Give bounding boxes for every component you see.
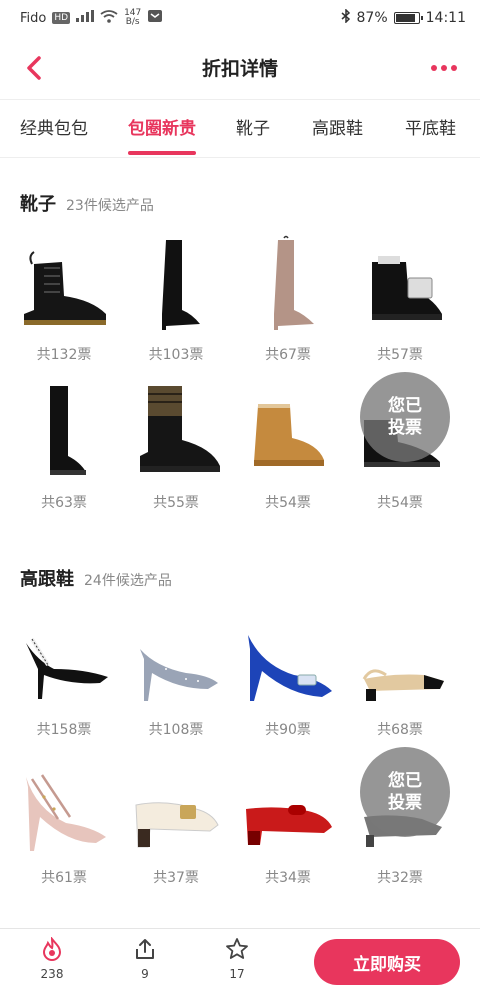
vote-count: 共32票	[377, 870, 423, 886]
buckle-ankle-boot-icon	[348, 232, 452, 336]
product-card[interactable]: 共103票	[120, 232, 232, 368]
product-card[interactable]: 共54票 您已 投票	[344, 372, 456, 516]
vote-count: 共34票	[265, 870, 311, 886]
notification-icon	[147, 9, 163, 27]
studded-pump-icon	[12, 755, 116, 859]
status-bar: Fido HD 147 B/s 87% 14:11	[0, 0, 480, 36]
vote-count: 共132票	[36, 347, 92, 363]
product-card[interactable]: 共90票	[232, 607, 344, 743]
bow-pump-icon	[236, 755, 340, 859]
vote-count: 共54票	[377, 495, 423, 511]
nav-bar: 折扣详情	[0, 36, 480, 100]
product-card[interactable]: 共37票	[120, 755, 232, 891]
share-button[interactable]: 9	[125, 937, 165, 981]
section-subtitle: 23件候选产品	[66, 198, 154, 214]
more-button[interactable]	[422, 52, 466, 84]
vote-count: 共158票	[36, 722, 92, 738]
product-card[interactable]: 共34票	[232, 755, 344, 891]
section-subtitle: 24件候选产品	[84, 573, 172, 589]
flame-icon	[42, 936, 62, 961]
buy-now-button[interactable]: 立即购买	[314, 939, 460, 985]
product-card[interactable]: 共63票	[8, 380, 120, 516]
like-button[interactable]: 238	[32, 936, 72, 981]
tab-flats[interactable]: 平底鞋	[405, 100, 456, 157]
share-count: 9	[141, 967, 149, 981]
vote-count: 共54票	[265, 495, 311, 511]
battery-percent: 87%	[356, 10, 388, 26]
product-card[interactable]: 共67票	[232, 232, 344, 368]
ugg-boot-icon	[236, 380, 340, 484]
section-title: 靴子	[20, 194, 56, 215]
tab-heels[interactable]: 高跟鞋	[312, 100, 363, 157]
vote-count: 共68票	[377, 722, 423, 738]
product-card[interactable]: 共55票	[120, 380, 232, 516]
product-card[interactable]: 共132票	[8, 232, 120, 368]
voted-badge: 您已 投票	[360, 747, 450, 837]
vote-count: 共63票	[41, 495, 87, 511]
section-title: 高跟鞋	[20, 569, 74, 590]
slingback-pump-icon	[12, 607, 116, 711]
favorite-button[interactable]: 17	[217, 937, 257, 981]
vote-count: 共90票	[265, 722, 311, 738]
signal-icon	[76, 10, 95, 26]
share-icon	[136, 939, 154, 959]
buckle-loafer-pump-icon	[124, 755, 228, 859]
knee-high-boot-icon	[12, 380, 116, 484]
vote-count: 共55票	[153, 495, 199, 511]
section-header-heels: 高跟鞋 24件候选产品	[20, 565, 172, 591]
product-card[interactable]: 共57票	[344, 232, 456, 368]
wifi-icon	[100, 9, 118, 27]
bottom-action-bar: 238 9 17 立即购买	[0, 928, 480, 995]
combat-boot-icon	[12, 232, 116, 336]
product-card[interactable]: 共54票	[232, 380, 344, 516]
voted-badge: 您已 投票	[360, 372, 450, 462]
vote-count: 共67票	[265, 347, 311, 363]
vote-count: 共108票	[148, 722, 204, 738]
section-header-boots: 靴子 23件候选产品	[20, 190, 154, 216]
category-tabs: 经典包包 包圈新贵 靴子 高跟鞋 平底鞋	[0, 100, 480, 158]
sock-combat-boot-icon	[124, 380, 228, 484]
chevron-left-icon	[27, 56, 41, 80]
vote-count: 共57票	[377, 347, 423, 363]
more-dots-icon	[431, 65, 457, 71]
clock: 14:11	[425, 10, 466, 26]
network-speed: 147 B/s	[124, 8, 142, 27]
product-card[interactable]: 共32票 您已 投票	[344, 747, 456, 891]
tab-classic-bags[interactable]: 经典包包	[20, 100, 88, 157]
battery-icon	[393, 12, 423, 24]
favorite-count: 17	[229, 967, 245, 981]
star-icon	[226, 938, 248, 959]
vote-count: 共61票	[41, 870, 87, 886]
vote-count: 共103票	[148, 347, 204, 363]
bluetooth-icon	[341, 8, 351, 27]
product-card[interactable]: 共68票	[344, 607, 456, 743]
carrier-name: Fido	[20, 10, 47, 26]
page-title: 折扣详情	[201, 58, 278, 80]
over-knee-boot-icon	[124, 232, 228, 336]
hd-badge: HD	[52, 12, 71, 24]
product-card[interactable]: 共61票	[8, 755, 120, 891]
satin-buckle-pump-icon	[236, 607, 340, 711]
back-button[interactable]	[18, 52, 50, 84]
product-card[interactable]: 共108票	[120, 607, 232, 743]
tab-new-bags[interactable]: 包圈新贵	[128, 100, 196, 157]
tab-boots[interactable]: 靴子	[236, 100, 270, 157]
two-tone-slingback-icon	[348, 607, 452, 711]
like-count: 238	[40, 967, 64, 981]
glitter-pump-icon	[124, 607, 228, 711]
product-card[interactable]: 共158票	[8, 607, 120, 743]
suede-over-knee-boot-icon	[236, 232, 340, 336]
vote-count: 共37票	[153, 870, 199, 886]
